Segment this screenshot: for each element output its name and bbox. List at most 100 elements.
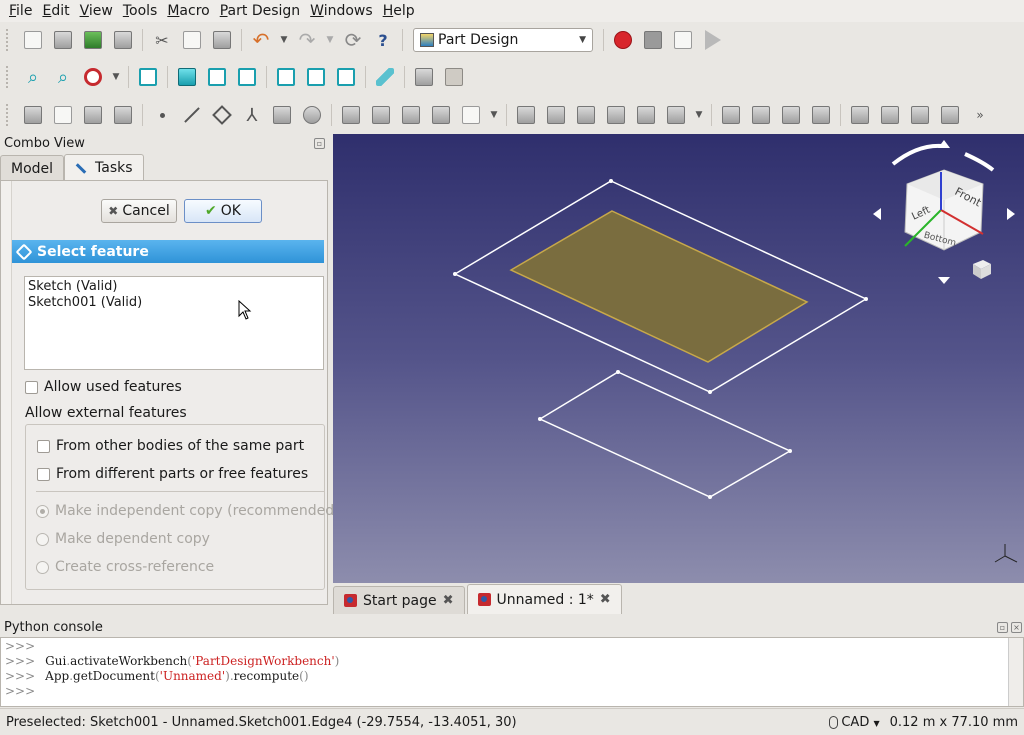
rear-view-icon[interactable] <box>274 65 298 89</box>
datum-point-icon[interactable] <box>150 103 174 127</box>
subtractive-pipe-icon[interactable] <box>634 103 658 127</box>
menu-file[interactable]: File <box>4 0 37 22</box>
sub-shape-binder-icon[interactable] <box>270 103 294 127</box>
menu-windows[interactable]: Windows <box>305 0 378 22</box>
shape-binder-icon[interactable] <box>111 103 135 127</box>
fillet-icon[interactable] <box>848 103 872 127</box>
workbench-selector[interactable]: Part Design ▼ <box>413 28 593 52</box>
console-scrollbar[interactable] <box>1008 638 1023 706</box>
close-icon[interactable]: × <box>1011 622 1022 633</box>
additive-primitive-dropdown-icon[interactable]: ▼ <box>489 103 499 127</box>
multi-transform-icon[interactable] <box>809 103 833 127</box>
menu-edit[interactable]: Edit <box>37 0 74 22</box>
select-feature-header[interactable]: Select feature <box>12 240 324 263</box>
datum-plane-icon[interactable] <box>210 103 234 127</box>
clone-icon[interactable] <box>300 103 324 127</box>
create-sketch-icon[interactable] <box>51 103 75 127</box>
isometric-view-icon[interactable] <box>136 65 160 89</box>
pocket-icon[interactable] <box>514 103 538 127</box>
whats-this-icon[interactable]: ? <box>371 28 395 52</box>
menu-macro[interactable]: Macro <box>162 0 214 22</box>
validate-sketch-icon[interactable] <box>81 103 105 127</box>
feature-list[interactable]: Sketch (Valid) Sketch001 (Valid) <box>24 276 324 370</box>
navigation-cube[interactable]: Left Front Bottom <box>873 140 1015 284</box>
left-view-icon[interactable] <box>334 65 358 89</box>
subtractive-primitive-icon[interactable] <box>664 103 688 127</box>
macro-record-icon[interactable] <box>611 28 635 52</box>
allow-used-checkbox[interactable] <box>25 380 38 394</box>
other-bodies-row[interactable]: From other bodies of the same part <box>37 438 304 454</box>
float-icon[interactable]: ▫ <box>314 138 325 149</box>
front-view-icon[interactable] <box>175 65 199 89</box>
save-icon[interactable] <box>81 28 105 52</box>
tab-tasks[interactable]: Tasks <box>64 154 144 181</box>
refresh-icon[interactable]: ⟳ <box>341 28 365 52</box>
close-icon[interactable]: ✖ <box>443 593 454 608</box>
new-icon[interactable] <box>21 28 45 52</box>
list-item[interactable]: Sketch (Valid) <box>28 279 320 295</box>
top-view-icon[interactable] <box>205 65 229 89</box>
undo-icon[interactable]: ↶ <box>249 28 273 52</box>
sweep-icon[interactable] <box>429 103 453 127</box>
float-icon[interactable]: ▫ <box>997 622 1008 633</box>
draft-icon[interactable] <box>908 103 932 127</box>
fit-all-icon[interactable]: ⌕ <box>21 65 45 89</box>
toolbar-grip[interactable] <box>6 104 12 126</box>
close-icon[interactable]: ✖ <box>600 592 611 607</box>
redo-icon[interactable]: ↷ <box>295 28 319 52</box>
toolbar-grip[interactable] <box>6 29 12 51</box>
tab-start-page[interactable]: Start page ✖ <box>333 586 465 614</box>
sketch001-outline[interactable] <box>538 371 792 498</box>
pad-icon[interactable] <box>339 103 363 127</box>
menu-tools[interactable]: Tools <box>118 0 163 22</box>
subtractive-primitive-dropdown-icon[interactable]: ▼ <box>694 103 704 127</box>
create-part-icon[interactable] <box>412 65 436 89</box>
different-parts-row[interactable]: From different parts or free features <box>37 466 308 482</box>
macro-edit-icon[interactable] <box>671 28 695 52</box>
different-parts-checkbox[interactable] <box>37 467 50 481</box>
chamfer-icon[interactable] <box>878 103 902 127</box>
datum-line-icon[interactable] <box>180 103 204 127</box>
thickness-icon[interactable] <box>938 103 962 127</box>
allow-used-row[interactable]: Allow used features <box>25 379 182 395</box>
open-icon[interactable] <box>51 28 75 52</box>
tab-model[interactable]: Model <box>0 155 65 181</box>
hole-icon[interactable] <box>544 103 568 127</box>
bottom-view-icon[interactable] <box>304 65 328 89</box>
measure-distance-icon[interactable] <box>373 65 397 89</box>
3d-view[interactable]: Left Front Bottom <box>333 134 1024 583</box>
redo-dropdown-icon[interactable]: ▼ <box>325 28 335 52</box>
toolbar-overflow-icon[interactable]: » <box>968 103 992 127</box>
create-body-icon[interactable] <box>21 103 45 127</box>
cut-icon[interactable]: ✂ <box>150 28 174 52</box>
additive-primitive-icon[interactable] <box>459 103 483 127</box>
python-console[interactable]: >>> >>> Gui.activateWorkbench('PartDesign… <box>0 637 1024 707</box>
ok-button[interactable]: ✔ OK <box>184 199 262 223</box>
subtractive-loft-icon[interactable] <box>604 103 628 127</box>
local-coordinate-system-icon[interactable]: ⅄ <box>240 103 264 127</box>
linear-pattern-icon[interactable] <box>749 103 773 127</box>
sketch-face[interactable] <box>509 210 809 363</box>
draw-style-dropdown-icon[interactable]: ▼ <box>111 65 121 89</box>
menu-help[interactable]: Help <box>378 0 420 22</box>
list-item[interactable]: Sketch001 (Valid) <box>28 295 320 311</box>
polar-pattern-icon[interactable] <box>779 103 803 127</box>
print-icon[interactable] <box>111 28 135 52</box>
fit-selection-icon[interactable]: ⌕ <box>51 65 75 89</box>
right-view-icon[interactable] <box>235 65 259 89</box>
groove-icon[interactable] <box>574 103 598 127</box>
copy-icon[interactable] <box>180 28 204 52</box>
navigation-style-button[interactable]: CAD ▼ <box>829 715 880 730</box>
tab-unnamed[interactable]: Unnamed : 1* ✖ <box>466 584 622 614</box>
mirrored-icon[interactable] <box>719 103 743 127</box>
undo-dropdown-icon[interactable]: ▼ <box>279 28 289 52</box>
menu-view[interactable]: View <box>75 0 118 22</box>
create-group-icon[interactable] <box>442 65 466 89</box>
revolution-icon[interactable] <box>369 103 393 127</box>
other-bodies-checkbox[interactable] <box>37 439 50 453</box>
paste-icon[interactable] <box>210 28 234 52</box>
loft-icon[interactable] <box>399 103 423 127</box>
cancel-button[interactable]: ✖ Cancel <box>101 199 177 223</box>
draw-style-icon[interactable] <box>81 65 105 89</box>
menu-part-design[interactable]: Part Design <box>215 0 305 22</box>
